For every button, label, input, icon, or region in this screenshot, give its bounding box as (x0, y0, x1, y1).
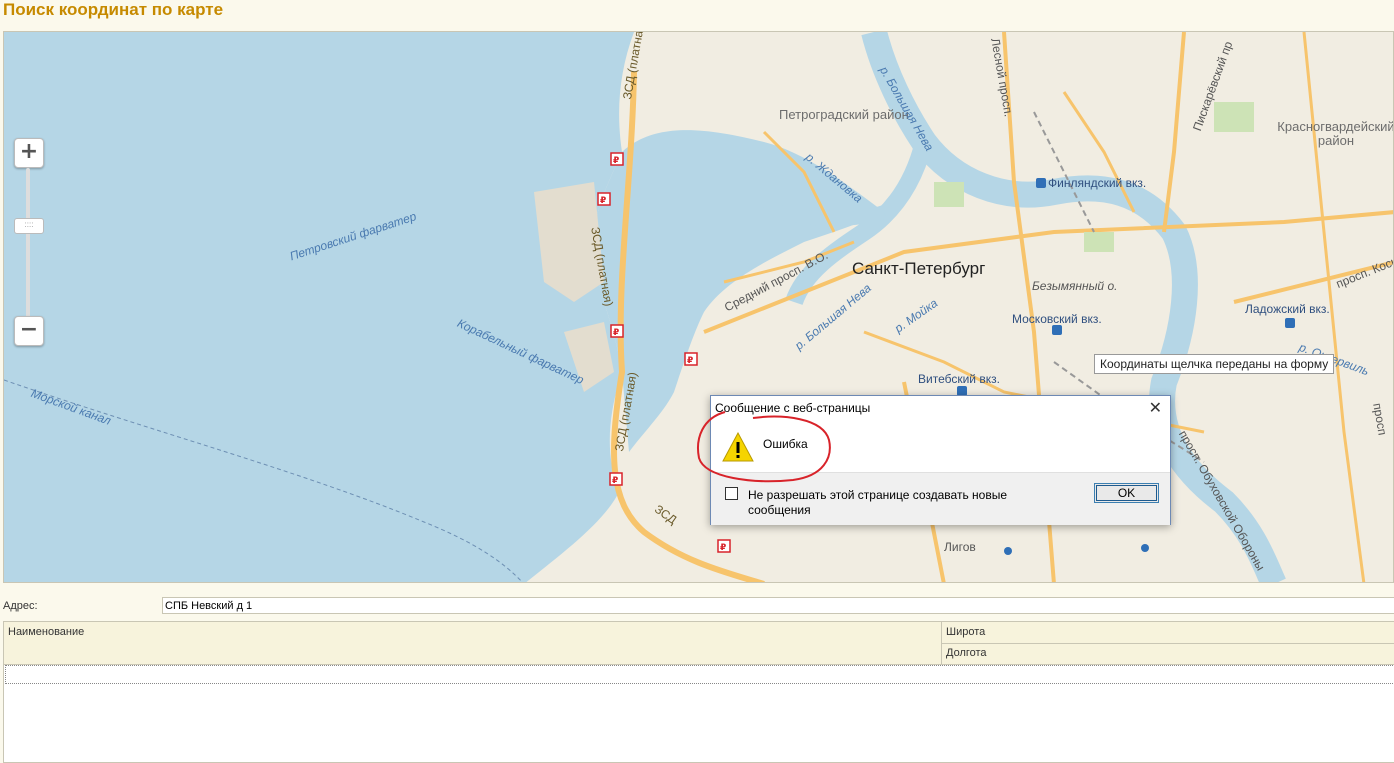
close-icon[interactable]: ✕ (1149, 398, 1162, 417)
grip-icon: :::: (24, 220, 34, 229)
map-label-krasnogvard: Красногвардейский район (1277, 119, 1394, 148)
svg-text:₽: ₽ (720, 543, 726, 553)
svg-text:₽: ₽ (687, 356, 693, 366)
map-canvas[interactable]: ₽ ₽ ₽ ₽ ₽ ₽ (4, 32, 1394, 583)
zoom-slider-handle[interactable]: :::: (14, 218, 44, 234)
table-header: Наименование Широта Долгота (4, 622, 1394, 665)
svg-text:₽: ₽ (600, 196, 606, 206)
map-label-vitebsky: Витебский вкз. (918, 372, 1000, 386)
ok-button[interactable]: OK (1094, 483, 1159, 503)
svg-text:₽: ₽ (613, 328, 619, 338)
zoom-out-button[interactable]: − (14, 316, 44, 346)
plus-icon: + (19, 139, 39, 164)
suppress-messages-label[interactable]: Не разрешать этой странице создавать нов… (748, 488, 1048, 518)
table-row[interactable] (5, 665, 1394, 684)
map-label-ligovsky: Лигов (944, 540, 976, 554)
map-label-bezymyanny: Безымянный о. (1032, 279, 1118, 293)
results-table: Наименование Широта Долгота (3, 621, 1394, 763)
column-divider (942, 643, 1394, 644)
map-label-finlyandsky: Финляндский вкз. (1048, 176, 1147, 190)
address-label: Адрес: (3, 600, 38, 612)
svg-text:₽: ₽ (612, 476, 618, 486)
map-tooltip: Координаты щелчка переданы на форму (1094, 354, 1335, 374)
map-label-moskovsky: Московский вкз. (1012, 312, 1102, 326)
zoom-in-button[interactable]: + (14, 138, 44, 168)
minus-icon: − (19, 317, 39, 342)
address-input[interactable]: СПБ Невский д 1 (162, 597, 1394, 614)
column-header-longitude[interactable]: Долгота (946, 647, 987, 659)
map-label-ladozhsky: Ладожский вкз. (1245, 302, 1330, 316)
red-highlight-ellipse (697, 411, 831, 483)
map-label-city: Санкт-Петербург (852, 259, 986, 278)
map-label-petrograd: Петроградский район (779, 107, 909, 122)
map-view[interactable]: ₽ ₽ ₽ ₽ ₽ ₽ Петроградский район Красногварде… (3, 31, 1394, 583)
suppress-messages-checkbox[interactable] (725, 487, 738, 500)
svg-text:₽: ₽ (613, 156, 619, 166)
page-title: Поиск координат по карте (3, 0, 224, 19)
zoom-control: + :::: − (14, 138, 44, 348)
column-header-name[interactable]: Наименование (8, 626, 84, 638)
zoom-slider-track[interactable] (26, 168, 30, 320)
column-header-latitude[interactable]: Широта (946, 626, 985, 638)
